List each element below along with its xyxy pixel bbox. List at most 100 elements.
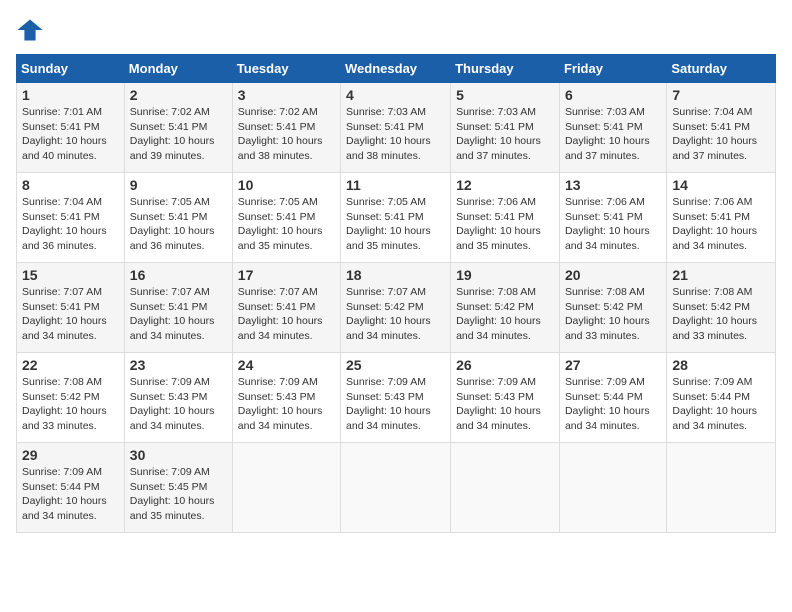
- day-info: Sunrise: 7:08 AM Sunset: 5:42 PM Dayligh…: [22, 375, 119, 434]
- day-number: 15: [22, 267, 119, 283]
- sunrise-label: Sunrise: 7:01 AM: [22, 106, 102, 118]
- calendar-cell: [451, 443, 560, 533]
- day-info: Sunrise: 7:03 AM Sunset: 5:41 PM Dayligh…: [565, 105, 661, 164]
- sunset-label: Sunset: 5:41 PM: [456, 211, 534, 223]
- weekday-header: Friday: [559, 55, 666, 83]
- weekday-header-row: SundayMondayTuesdayWednesdayThursdayFrid…: [17, 55, 776, 83]
- day-number: 8: [22, 177, 119, 193]
- sunrise-label: Sunrise: 7:05 AM: [130, 196, 210, 208]
- day-info: Sunrise: 7:08 AM Sunset: 5:42 PM Dayligh…: [565, 285, 661, 344]
- daylight-label: Daylight: 10 hours and 34 minutes.: [130, 405, 215, 432]
- day-info: Sunrise: 7:07 AM Sunset: 5:42 PM Dayligh…: [346, 285, 445, 344]
- day-info: Sunrise: 7:09 AM Sunset: 5:44 PM Dayligh…: [565, 375, 661, 434]
- day-number: 24: [238, 357, 335, 373]
- day-number: 12: [456, 177, 554, 193]
- sunrise-label: Sunrise: 7:05 AM: [238, 196, 318, 208]
- sunset-label: Sunset: 5:41 PM: [565, 211, 643, 223]
- calendar-cell: 10 Sunrise: 7:05 AM Sunset: 5:41 PM Dayl…: [232, 173, 340, 263]
- sunrise-label: Sunrise: 7:07 AM: [130, 286, 210, 298]
- day-info: Sunrise: 7:05 AM Sunset: 5:41 PM Dayligh…: [130, 195, 227, 254]
- day-number: 14: [672, 177, 770, 193]
- day-number: 18: [346, 267, 445, 283]
- logo-icon: [16, 16, 44, 44]
- calendar-cell: 7 Sunrise: 7:04 AM Sunset: 5:41 PM Dayli…: [667, 83, 776, 173]
- sunset-label: Sunset: 5:44 PM: [565, 391, 643, 403]
- daylight-label: Daylight: 10 hours and 39 minutes.: [130, 135, 215, 162]
- day-info: Sunrise: 7:05 AM Sunset: 5:41 PM Dayligh…: [238, 195, 335, 254]
- daylight-label: Daylight: 10 hours and 35 minutes.: [130, 495, 215, 522]
- day-number: 26: [456, 357, 554, 373]
- day-number: 17: [238, 267, 335, 283]
- day-number: 4: [346, 87, 445, 103]
- daylight-label: Daylight: 10 hours and 35 minutes.: [456, 225, 541, 252]
- day-info: Sunrise: 7:09 AM Sunset: 5:44 PM Dayligh…: [672, 375, 770, 434]
- weekday-header: Tuesday: [232, 55, 340, 83]
- sunset-label: Sunset: 5:45 PM: [130, 481, 208, 493]
- calendar-cell: 16 Sunrise: 7:07 AM Sunset: 5:41 PM Dayl…: [124, 263, 232, 353]
- calendar-cell: 19 Sunrise: 7:08 AM Sunset: 5:42 PM Dayl…: [451, 263, 560, 353]
- day-number: 2: [130, 87, 227, 103]
- calendar-cell: 14 Sunrise: 7:06 AM Sunset: 5:41 PM Dayl…: [667, 173, 776, 263]
- day-number: 29: [22, 447, 119, 463]
- calendar-cell: 6 Sunrise: 7:03 AM Sunset: 5:41 PM Dayli…: [559, 83, 666, 173]
- day-number: 20: [565, 267, 661, 283]
- sunset-label: Sunset: 5:42 PM: [456, 301, 534, 313]
- sunrise-label: Sunrise: 7:09 AM: [672, 376, 752, 388]
- daylight-label: Daylight: 10 hours and 36 minutes.: [130, 225, 215, 252]
- day-info: Sunrise: 7:09 AM Sunset: 5:43 PM Dayligh…: [130, 375, 227, 434]
- sunrise-label: Sunrise: 7:08 AM: [22, 376, 102, 388]
- daylight-label: Daylight: 10 hours and 34 minutes.: [565, 225, 650, 252]
- daylight-label: Daylight: 10 hours and 34 minutes.: [346, 405, 431, 432]
- day-info: Sunrise: 7:02 AM Sunset: 5:41 PM Dayligh…: [238, 105, 335, 164]
- sunset-label: Sunset: 5:41 PM: [346, 211, 424, 223]
- sunset-label: Sunset: 5:41 PM: [346, 121, 424, 133]
- sunrise-label: Sunrise: 7:03 AM: [456, 106, 536, 118]
- calendar-cell: 18 Sunrise: 7:07 AM Sunset: 5:42 PM Dayl…: [341, 263, 451, 353]
- sunrise-label: Sunrise: 7:08 AM: [565, 286, 645, 298]
- daylight-label: Daylight: 10 hours and 33 minutes.: [672, 315, 757, 342]
- sunrise-label: Sunrise: 7:03 AM: [346, 106, 426, 118]
- day-info: Sunrise: 7:07 AM Sunset: 5:41 PM Dayligh…: [22, 285, 119, 344]
- sunset-label: Sunset: 5:41 PM: [130, 211, 208, 223]
- day-info: Sunrise: 7:06 AM Sunset: 5:41 PM Dayligh…: [565, 195, 661, 254]
- sunrise-label: Sunrise: 7:07 AM: [346, 286, 426, 298]
- calendar-cell: 28 Sunrise: 7:09 AM Sunset: 5:44 PM Dayl…: [667, 353, 776, 443]
- daylight-label: Daylight: 10 hours and 40 minutes.: [22, 135, 107, 162]
- day-number: 25: [346, 357, 445, 373]
- calendar-cell: 2 Sunrise: 7:02 AM Sunset: 5:41 PM Dayli…: [124, 83, 232, 173]
- daylight-label: Daylight: 10 hours and 34 minutes.: [565, 405, 650, 432]
- daylight-label: Daylight: 10 hours and 34 minutes.: [22, 495, 107, 522]
- calendar-cell: 22 Sunrise: 7:08 AM Sunset: 5:42 PM Dayl…: [17, 353, 125, 443]
- calendar-cell: 9 Sunrise: 7:05 AM Sunset: 5:41 PM Dayli…: [124, 173, 232, 263]
- sunrise-label: Sunrise: 7:09 AM: [130, 376, 210, 388]
- calendar-cell: 8 Sunrise: 7:04 AM Sunset: 5:41 PM Dayli…: [17, 173, 125, 263]
- day-info: Sunrise: 7:06 AM Sunset: 5:41 PM Dayligh…: [456, 195, 554, 254]
- sunrise-label: Sunrise: 7:07 AM: [238, 286, 318, 298]
- daylight-label: Daylight: 10 hours and 33 minutes.: [565, 315, 650, 342]
- day-number: 11: [346, 177, 445, 193]
- calendar-cell: [667, 443, 776, 533]
- calendar-cell: [341, 443, 451, 533]
- daylight-label: Daylight: 10 hours and 34 minutes.: [238, 405, 323, 432]
- day-info: Sunrise: 7:09 AM Sunset: 5:43 PM Dayligh…: [456, 375, 554, 434]
- daylight-label: Daylight: 10 hours and 34 minutes.: [672, 225, 757, 252]
- sunset-label: Sunset: 5:44 PM: [672, 391, 750, 403]
- calendar-table: SundayMondayTuesdayWednesdayThursdayFrid…: [16, 54, 776, 533]
- sunset-label: Sunset: 5:43 PM: [238, 391, 316, 403]
- daylight-label: Daylight: 10 hours and 34 minutes.: [672, 405, 757, 432]
- calendar-cell: 20 Sunrise: 7:08 AM Sunset: 5:42 PM Dayl…: [559, 263, 666, 353]
- sunset-label: Sunset: 5:43 PM: [130, 391, 208, 403]
- calendar-cell: [232, 443, 340, 533]
- calendar-cell: 27 Sunrise: 7:09 AM Sunset: 5:44 PM Dayl…: [559, 353, 666, 443]
- sunrise-label: Sunrise: 7:02 AM: [238, 106, 318, 118]
- calendar-cell: 17 Sunrise: 7:07 AM Sunset: 5:41 PM Dayl…: [232, 263, 340, 353]
- sunset-label: Sunset: 5:41 PM: [22, 301, 100, 313]
- daylight-label: Daylight: 10 hours and 37 minutes.: [456, 135, 541, 162]
- sunrise-label: Sunrise: 7:04 AM: [22, 196, 102, 208]
- daylight-label: Daylight: 10 hours and 38 minutes.: [346, 135, 431, 162]
- sunset-label: Sunset: 5:42 PM: [672, 301, 750, 313]
- sunset-label: Sunset: 5:41 PM: [456, 121, 534, 133]
- daylight-label: Daylight: 10 hours and 34 minutes.: [130, 315, 215, 342]
- day-number: 9: [130, 177, 227, 193]
- sunrise-label: Sunrise: 7:09 AM: [456, 376, 536, 388]
